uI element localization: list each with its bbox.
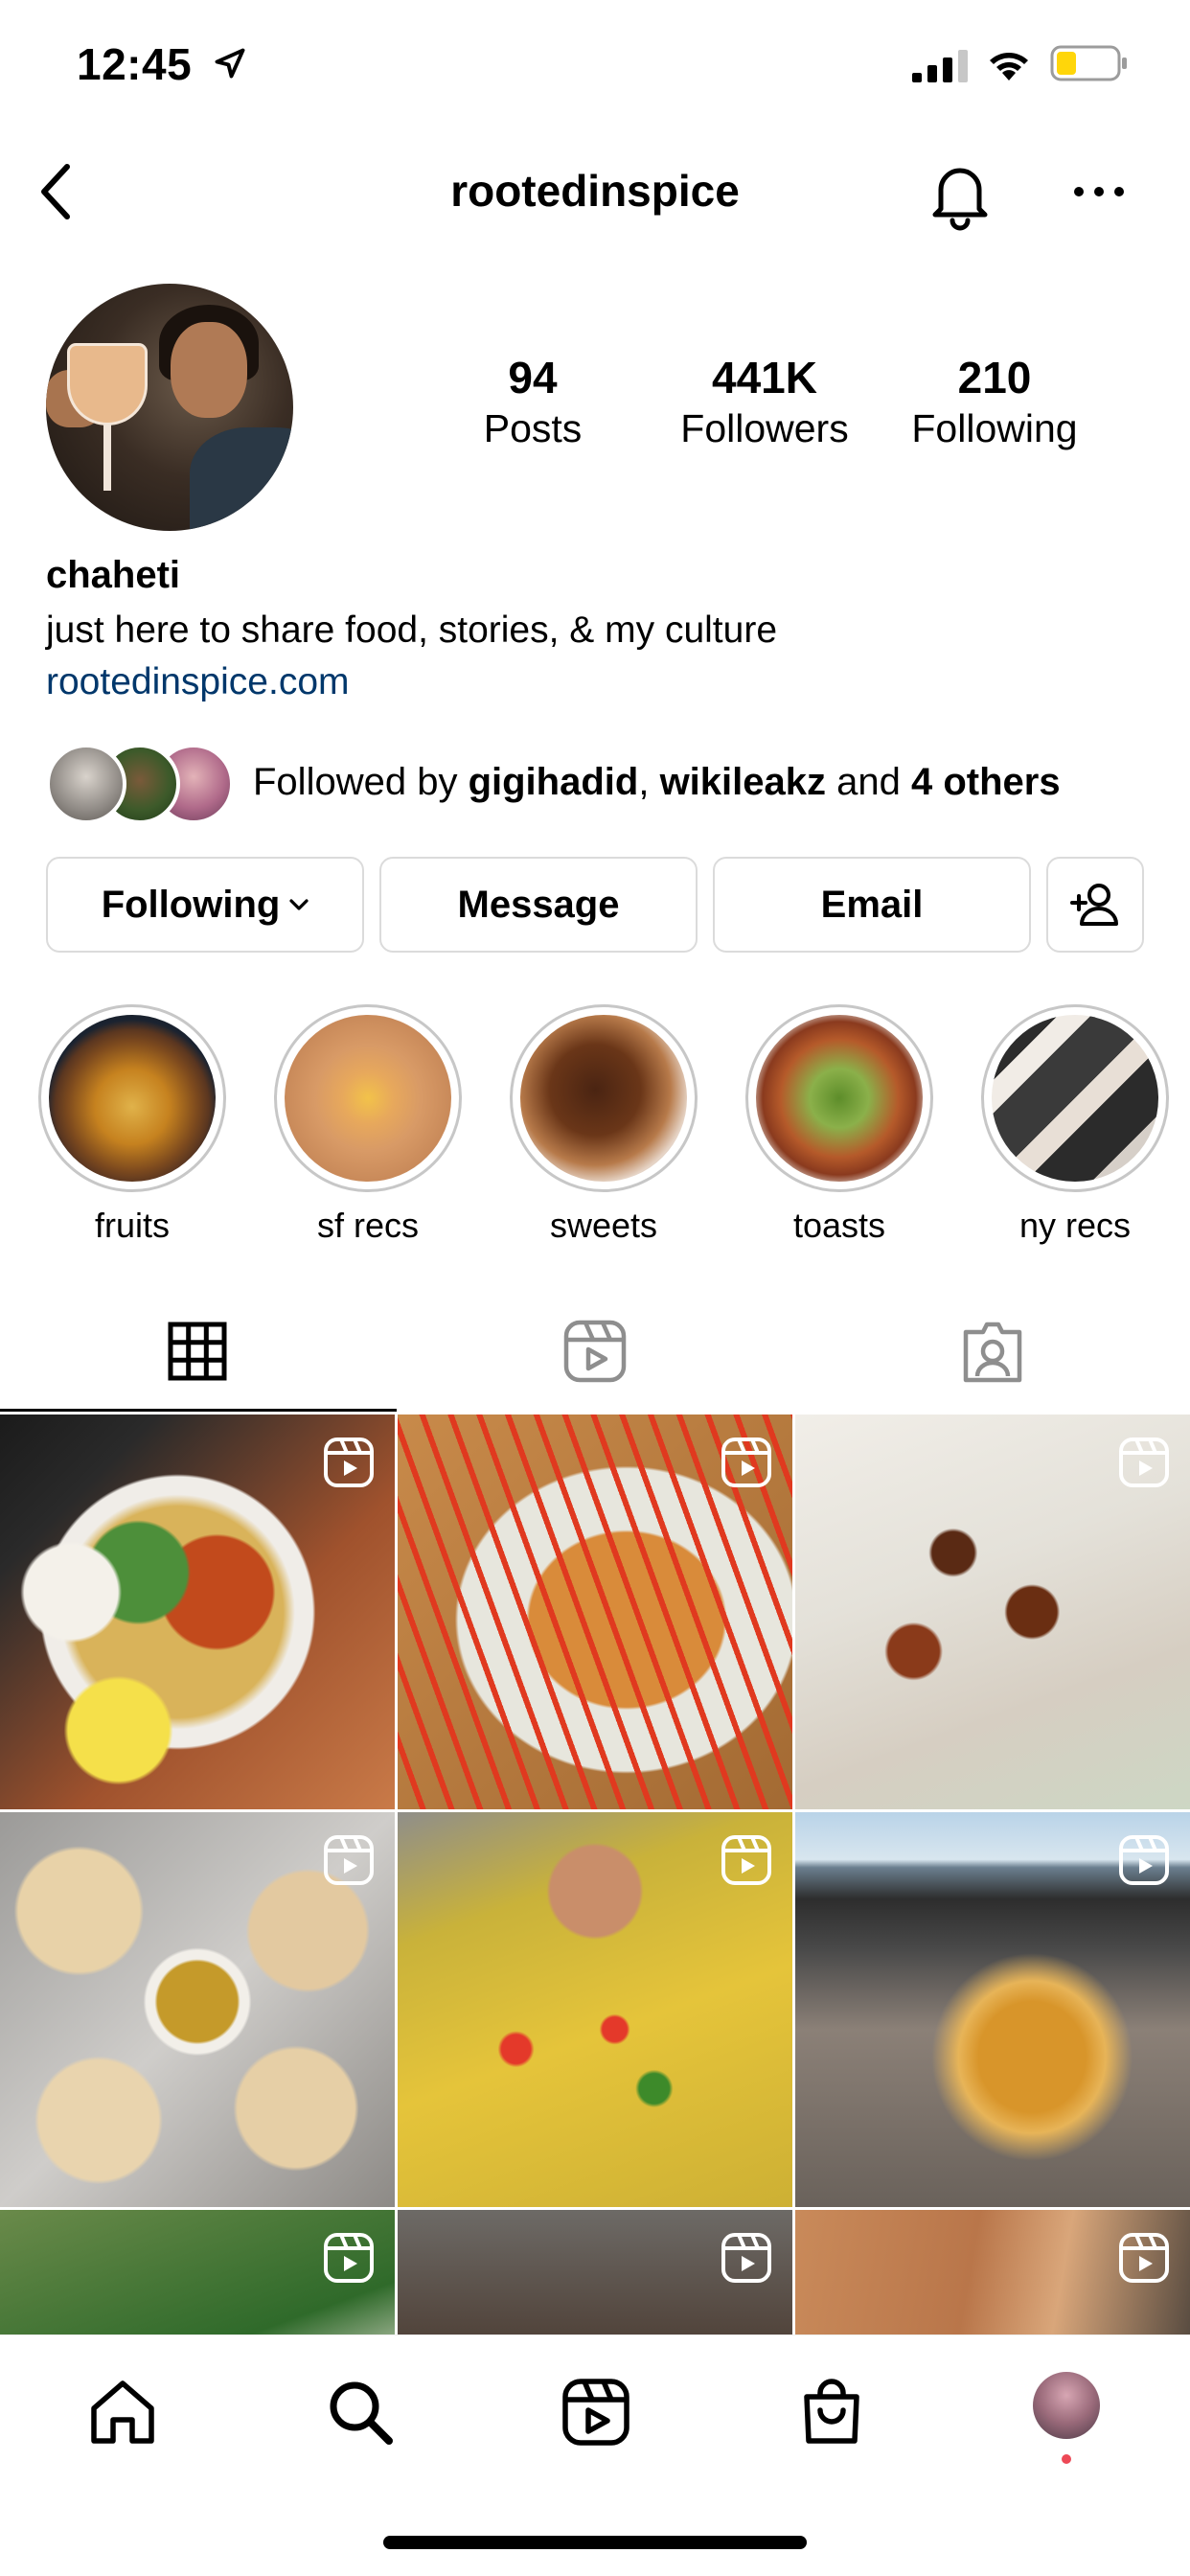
reel-badge-icon [721,2233,771,2283]
profile-header: rootedinspice [0,134,1190,249]
followers-label: Followers [680,406,849,450]
post-thumbnail[interactable] [795,1414,1190,1809]
highlight-label: sweets [549,1206,658,1245]
post-thumbnail[interactable] [398,1812,792,2207]
home-icon[interactable] [84,2374,161,2450]
post-thumbnail[interactable] [795,1812,1190,2207]
bell-icon[interactable] [922,155,998,232]
status-time: 12:45 [77,39,193,89]
chevron-down-icon [289,899,309,910]
highlight-label: ny recs [1018,1206,1132,1245]
story-highlight-fruits[interactable]: fruits [38,1004,226,1246]
reel-badge-icon [324,1438,374,1487]
highlight-cover [285,1015,451,1182]
following-count: 210 [957,353,1032,402]
story-highlight-sf-recs[interactable]: sf recs [274,1004,462,1246]
tagged-icon[interactable] [954,1313,1031,1390]
following-stat[interactable]: 210 Following [889,351,1100,452]
highlight-cover [49,1015,216,1182]
reel-badge-icon [721,1438,771,1487]
highlight-label: toasts [792,1206,886,1245]
posts-stat[interactable]: 94 Posts [427,351,638,452]
more-options-icon[interactable] [1065,172,1133,211]
location-arrow-icon [215,48,245,79]
suggested-users-button[interactable] [1046,857,1144,953]
following-button-label: Following [101,883,281,926]
notification-dot [1062,2454,1071,2464]
reel-badge-icon [324,1835,374,1885]
profile-bio: just here to share food, stories, & my c… [46,610,778,651]
profile-website-link[interactable]: rootedinspice.com [46,661,350,703]
message-button[interactable]: Message [379,857,698,953]
mutual-follower-avatar [46,744,126,824]
following-button[interactable]: Following [46,857,364,953]
profile-avatar-tab[interactable] [1033,2372,1100,2439]
post-thumbnail[interactable] [398,1414,792,1809]
highlight-cover [520,1015,687,1182]
followed-by-row[interactable]: Followed by gigihadid, wikileakz and 4 o… [46,744,1157,824]
posts-grid [0,1414,1190,2334]
post-thumbnail[interactable] [0,1812,395,2207]
email-button[interactable]: Email [713,857,1031,953]
email-button-label: Email [820,883,924,926]
followers-stat[interactable]: 441K Followers [659,351,870,452]
search-icon[interactable] [322,2374,399,2450]
battery-icon [1050,45,1127,81]
posts-count: 94 [508,353,558,402]
highlight-label: sf recs [316,1206,419,1245]
grid-icon[interactable] [159,1313,236,1390]
add-person-icon [1070,884,1118,926]
mutual-others: 4 others [910,761,1061,803]
reel-badge-icon [324,2233,374,2283]
post-thumbnail[interactable] [398,2210,792,2334]
post-thumbnail[interactable] [795,2210,1190,2334]
followers-count: 441K [712,353,817,402]
reel-badge-icon [721,1835,771,1885]
following-label: Following [911,406,1078,450]
reel-badge-icon [1119,2233,1169,2283]
highlight-cover [992,1015,1158,1182]
wifi-icon [990,53,1028,80]
highlight-cover [756,1015,923,1182]
profile-username: rootedinspice [450,166,740,216]
post-thumbnail[interactable] [0,1414,395,1809]
reels-icon[interactable] [558,2374,634,2450]
cellular-signal-icon [912,50,968,82]
active-tab-indicator [0,1409,397,1412]
home-indicator [383,2536,807,2549]
profile-display-name: chaheti [46,554,181,596]
reel-badge-icon [1119,1835,1169,1885]
profile-avatar[interactable] [46,284,293,531]
reels-icon[interactable] [557,1313,633,1390]
highlight-label: fruits [94,1206,170,1245]
message-button-label: Message [457,883,620,926]
story-highlight-sweets[interactable]: sweets [510,1004,698,1246]
status-bar: 12:45 [0,0,1190,134]
story-highlight-ny-recs[interactable]: ny recs [981,1004,1169,1246]
story-highlight-toasts[interactable]: toasts [745,1004,933,1246]
post-thumbnail[interactable] [0,2210,395,2334]
mutual-user-1: gigihadid [468,761,639,803]
reel-badge-icon [1119,1438,1169,1487]
posts-label: Posts [483,406,583,450]
followed-by-text: Followed by gigihadid, wikileakz and 4 o… [253,761,1061,803]
mutual-user-2: wikileakz [659,761,826,803]
shop-icon[interactable] [793,2374,870,2450]
